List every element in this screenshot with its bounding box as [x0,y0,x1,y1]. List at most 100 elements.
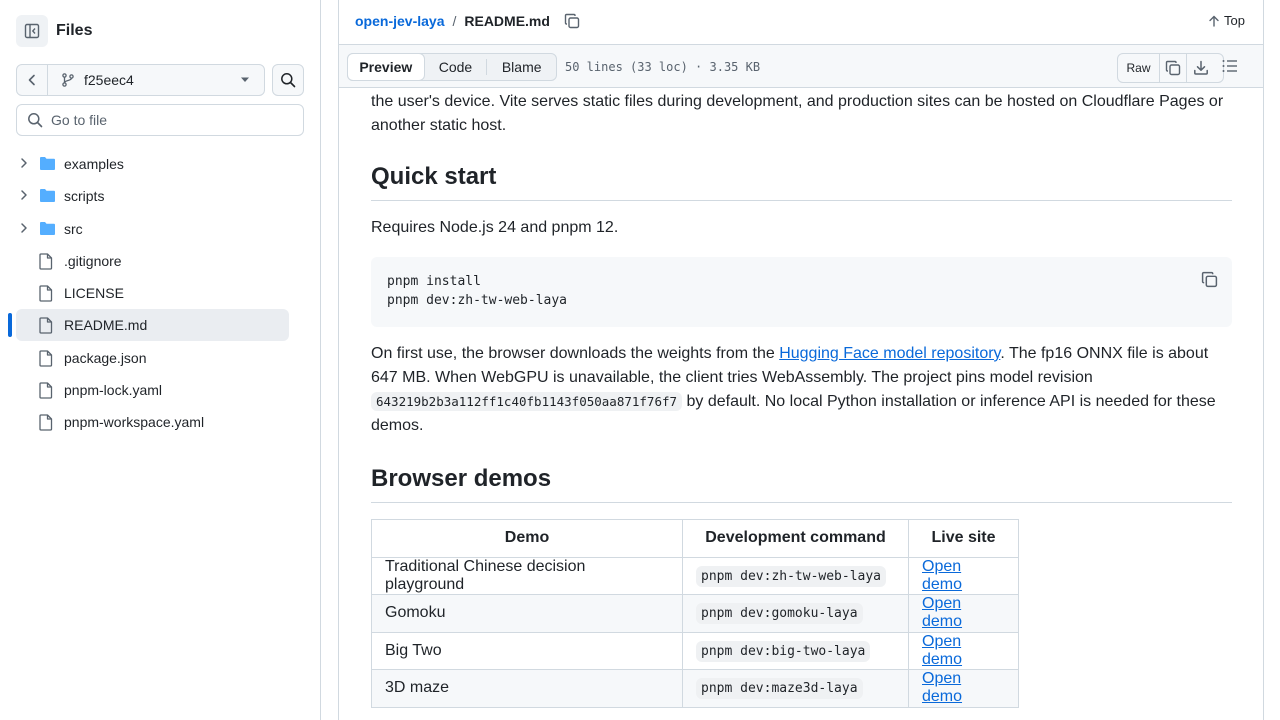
table-row: Big Two pnpm dev:big-two-laya Open demo [371,631,1019,670]
live-site-cell: Open demo [908,556,1019,595]
code-block: pnpm install pnpm dev:zh-tw-web-laya [371,257,1232,327]
back-to-top-button[interactable]: Top [1208,13,1245,28]
live-site-cell: Open demo [908,669,1019,708]
go-to-file-field [16,104,304,136]
raw-button[interactable]: Raw [1118,54,1160,82]
breadcrumb: open-jev-laya / README.md [355,13,580,29]
tree-item-label: package.json [64,349,147,366]
hugging-face-link[interactable]: Hugging Face model repository [779,345,1000,362]
table-header-row: Demo Development command Live site [371,519,1019,558]
tree-file-readme-md[interactable]: README.md [16,309,289,342]
chevron-right-icon[interactable] [18,222,30,234]
file-toolbar: Preview Code Blame 50 lines (33 loc) · 3… [339,44,1263,88]
first-use-text: On first use, the browser downloads the … [371,345,780,362]
command-cell: pnpm dev:maze3d-laya [682,669,909,708]
open-demo-link[interactable]: Open demo [922,558,962,593]
open-demo-link[interactable]: Open demo [922,633,962,668]
back-button[interactable] [17,65,48,95]
chevron-right-icon[interactable] [18,189,30,201]
demos-table: Demo Development command Live site Tradi… [371,519,1019,708]
folder-icon [40,221,55,235]
demo-name-cell: Big Two [371,631,683,670]
open-demo-link[interactable]: Open demo [922,670,962,705]
tree-file-package-json[interactable]: package.json [16,342,289,374]
column-header-demo: Demo [371,519,683,558]
demo-name-cell: Traditional Chinese decision playground [371,556,683,595]
table-row: 3D maze pnpm dev:maze3d-laya Open demo [371,669,1019,708]
file-icon [39,350,53,367]
outline-button[interactable] [1221,57,1239,75]
copy-icon [1165,60,1181,76]
tree-item-label: scripts [64,188,105,205]
column-header-live-site: Live site [908,519,1019,558]
branch-selector-group: f25eec4 [16,64,265,96]
live-site-cell: Open demo [908,594,1019,633]
copy-icon [564,13,580,29]
tree-item-label: LICENSE [64,285,124,302]
file-size-info: 50 lines (33 loc) · 3.35 KB [565,60,761,74]
branch-name: f25eec4 [84,72,134,88]
search-icon [28,113,43,128]
file-tree: examples scripts src .gitignore LICENSE READM… [16,148,289,439]
command-code: pnpm dev:maze3d-laya [696,678,863,700]
tree-item-label: src [64,220,83,237]
branch-picker-button[interactable]: f25eec4 [48,65,264,95]
first-use-paragraph: On first use, the browser downloads the … [371,342,1232,438]
tree-file-license[interactable]: LICENSE [16,277,289,309]
copy-code-button[interactable] [1201,271,1218,288]
command-cell: pnpm dev:big-two-laya [682,631,909,670]
file-actions-group: Raw [1117,53,1224,83]
demo-name-cell: 3D maze [371,669,683,708]
table-row: Gomoku pnpm dev:gomoku-laya Open demo [371,594,1019,633]
tree-item-label: pnpm-workspace.yaml [64,414,205,431]
folder-icon [40,189,55,203]
breadcrumb-file-name: README.md [464,13,550,29]
download-button[interactable] [1187,54,1215,82]
file-tree-sidebar: Files f25eec4 examples scripts src .gitigno… [0,0,321,720]
chevron-left-icon [28,74,35,86]
git-branch-icon [62,73,74,87]
copy-path-button[interactable] [564,13,580,29]
command-cell: pnpm dev:gomoku-laya [682,594,909,633]
folder-icon [40,157,55,170]
intro-paragraph: the user's device. Vite serves static fi… [371,93,1224,134]
copy-icon [1201,271,1218,288]
table-row: Traditional Chinese decision playground p… [371,556,1019,595]
file-icon [39,317,53,335]
tree-item-label: README.md [64,317,148,334]
column-header-command: Development command [682,519,909,558]
breadcrumb-repo-link[interactable]: open-jev-laya [355,13,444,29]
tree-folder-src[interactable]: src [16,213,289,245]
tree-file-pnpm-workspace-yaml[interactable]: pnpm-workspace.yaml [16,406,289,438]
search-icon [281,73,296,88]
quick-start-heading: Quick start [371,162,1232,201]
list-unordered-icon [1222,60,1237,72]
command-code: pnpm dev:gomoku-laya [696,603,863,625]
tab-preview[interactable]: Preview [347,53,425,81]
back-to-top-label: Top [1224,13,1245,28]
go-to-file-input[interactable] [51,112,291,128]
command-cell: pnpm dev:zh-tw-web-laya [682,556,909,595]
caret-down-icon [241,77,249,82]
open-demo-link[interactable]: Open demo [922,595,962,630]
command-code: pnpm dev:zh-tw-web-laya [696,565,887,587]
tree-folder-examples[interactable]: examples [16,148,289,180]
arrow-up-icon [1209,15,1219,27]
tree-file-gitignore[interactable]: .gitignore [16,245,289,277]
tab-blame[interactable]: Blame [486,59,556,75]
view-mode-tabs: Preview Code Blame [347,53,557,81]
demo-name-cell: Gomoku [371,594,683,633]
search-files-button[interactable] [272,64,304,96]
tree-folder-scripts[interactable]: scripts [16,180,289,212]
sidebar-toggle-button[interactable] [16,15,48,47]
file-icon [39,285,53,302]
tree-file-pnpm-lock-yaml[interactable]: pnpm-lock.yaml [16,374,289,406]
chevron-right-icon[interactable] [18,157,30,169]
tree-item-label: pnpm-lock.yaml [64,382,163,399]
live-site-cell: Open demo [908,631,1019,670]
browser-demos-heading: Browser demos [371,464,1232,503]
copy-raw-button[interactable] [1160,54,1187,82]
file-icon [39,414,53,432]
download-icon [1194,60,1208,75]
tab-code[interactable]: Code [425,54,487,80]
